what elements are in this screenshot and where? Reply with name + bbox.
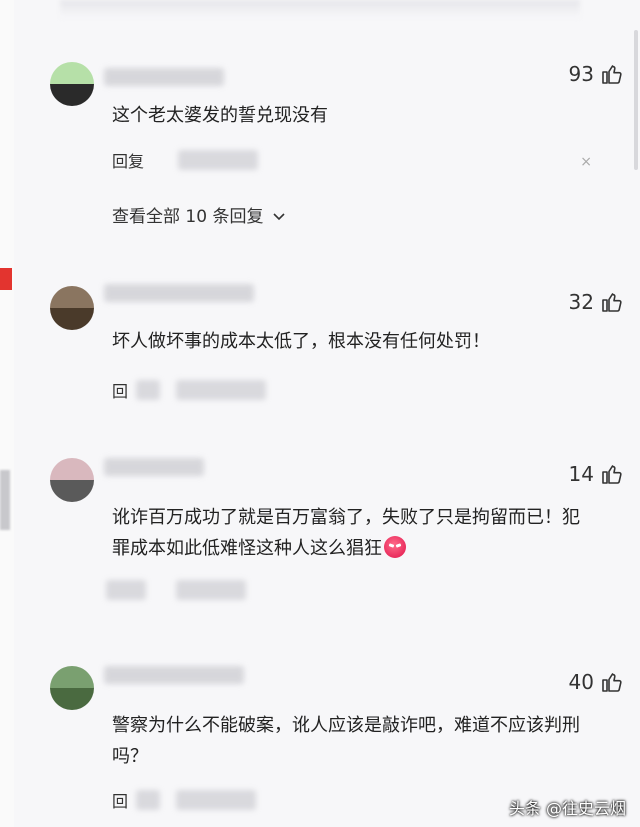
username-blurred[interactable] [104, 284, 254, 302]
avatar-top [50, 458, 94, 480]
reply-button[interactable]: 回复 [112, 148, 144, 172]
watermark: 头条 @往史云烟 [508, 799, 626, 818]
chevron-down-icon [273, 213, 285, 221]
avatar[interactable] [50, 458, 94, 502]
reply-button[interactable]: 回 [112, 378, 128, 402]
avatar-bottom [50, 480, 94, 502]
avatar[interactable] [50, 62, 94, 106]
thumb-up-icon[interactable] [600, 290, 624, 314]
reply-blurred [136, 380, 160, 400]
avatar-top [50, 666, 94, 688]
reply-blurred [176, 380, 266, 400]
like-count: 40 [568, 670, 594, 694]
like-count: 93 [568, 62, 594, 86]
avatar-bottom [50, 308, 94, 330]
avatar[interactable] [50, 666, 94, 710]
comment-text: 讹诈百万成功了就是百万富翁了，失败了只是拘留而已！犯罪成本如此低难怪这种人这么猖… [112, 502, 592, 564]
comment-text: 这个老太婆发的誓兑现没有 [112, 105, 328, 126]
like-count: 14 [568, 462, 594, 486]
comment-text: 坏人做坏事的成本太低了，根本没有任何处罚！ [112, 331, 490, 352]
reply-blurred [178, 150, 258, 170]
comment-list-page: 93 这个老太婆发的誓兑现没有 回复 × 查看全部 10 条回复 32 坏人做坏… [0, 0, 640, 827]
avatar-top [50, 286, 94, 308]
like-count: 32 [568, 290, 594, 314]
thumb-up-icon[interactable] [600, 670, 624, 694]
reply-blurred [176, 580, 246, 600]
close-icon[interactable]: × [580, 154, 592, 170]
avatar-top [50, 62, 94, 84]
scrollbar[interactable] [634, 30, 638, 170]
avatar[interactable] [50, 286, 94, 330]
top-blur [60, 0, 580, 18]
left-edge-bar [0, 470, 10, 530]
username-blurred[interactable] [104, 68, 224, 86]
reply-blurred [176, 790, 256, 810]
left-edge-red-tag [0, 268, 12, 290]
comment-text-content: 讹诈百万成功了就是百万富翁了，失败了只是拘留而已！犯罪成本如此低难怪这种人这么猖… [112, 507, 580, 559]
username-blurred[interactable] [104, 458, 204, 476]
reply-blurred [136, 790, 160, 810]
thumb-up-icon[interactable] [600, 462, 624, 486]
view-all-label: 查看全部 10 条回复 [112, 207, 264, 227]
thumb-up-icon[interactable] [600, 62, 624, 86]
avatar-bottom [50, 84, 94, 106]
username-blurred[interactable] [104, 666, 244, 684]
left-edge [0, 0, 14, 827]
reply-button[interactable]: 回 [112, 788, 128, 812]
comment-text: 警察为什么不能破案，讹人应该是敲诈吧，难道不应该判刑吗？ [112, 715, 580, 767]
reply-blurred[interactable] [106, 580, 146, 600]
angry-face-icon [384, 536, 406, 558]
view-all-replies[interactable]: 查看全部 10 条回复 [112, 202, 285, 227]
avatar-bottom [50, 688, 94, 710]
